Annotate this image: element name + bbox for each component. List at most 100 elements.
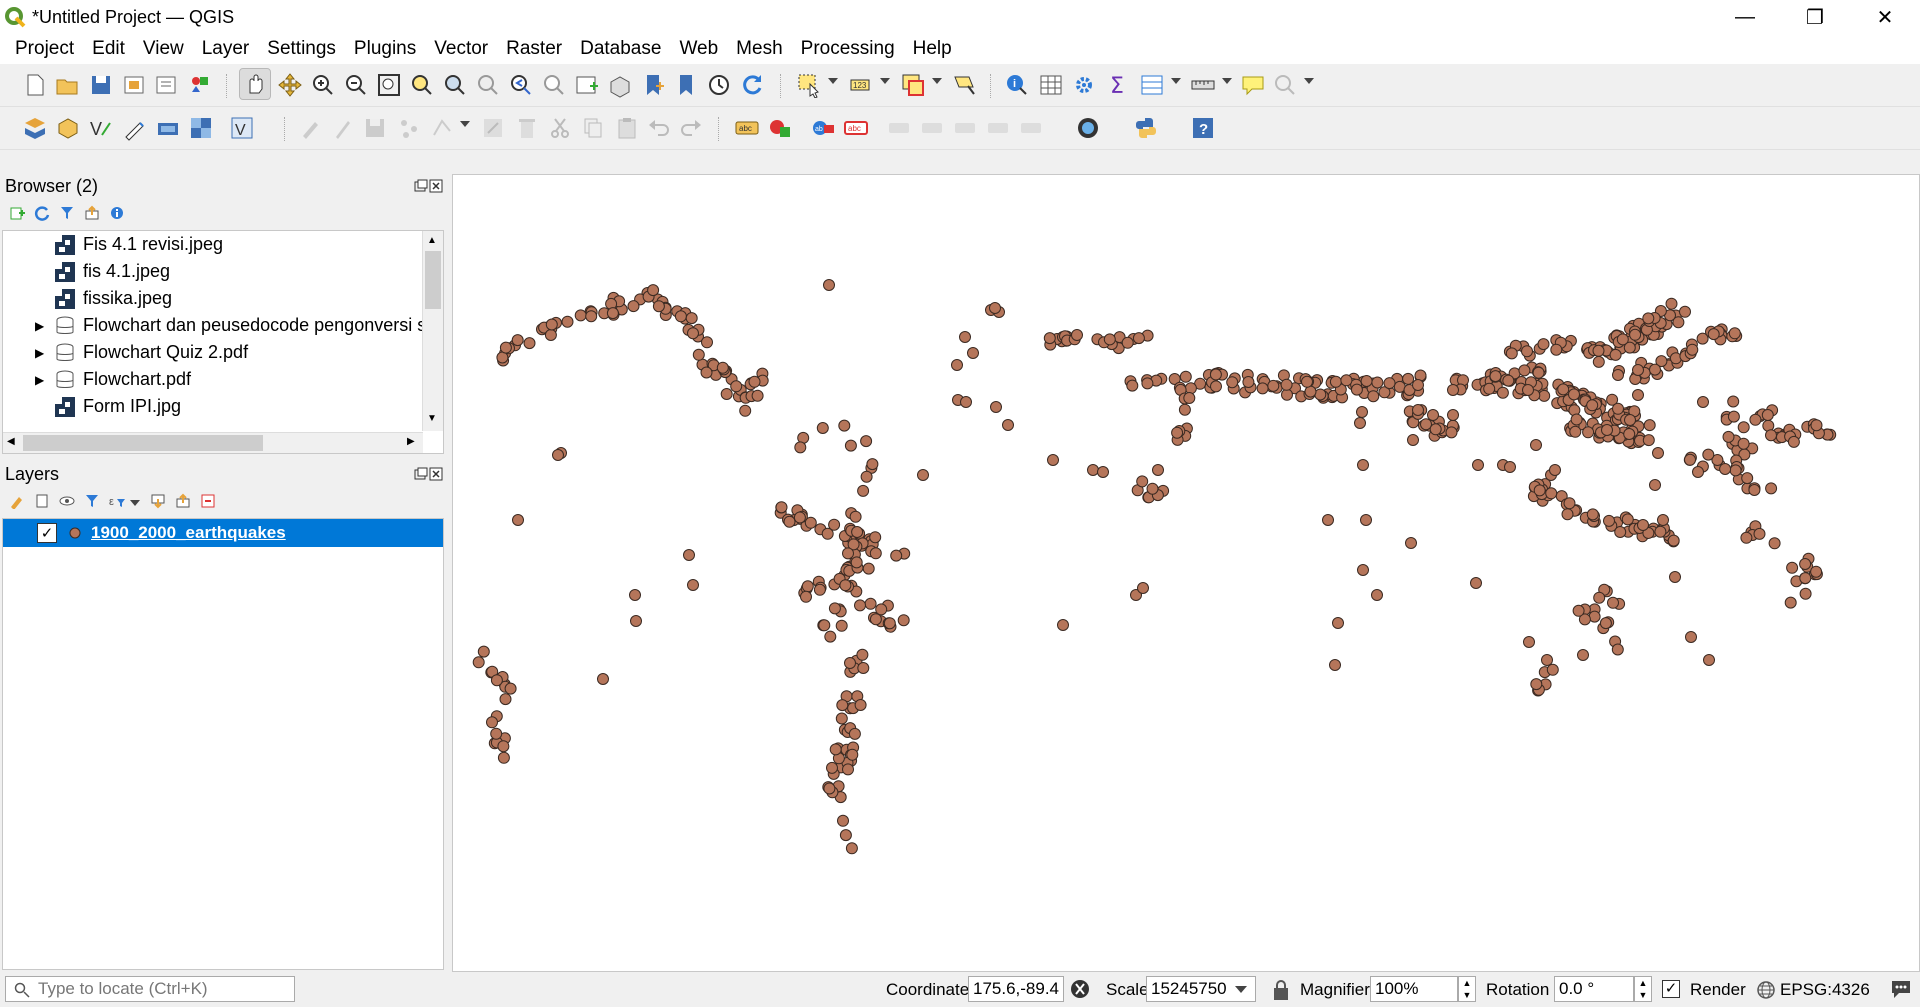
add-wms-layer-icon[interactable] [155,115,181,141]
float-panel-icon[interactable] [413,466,429,482]
menu-web[interactable]: Web [670,34,727,64]
processing-toolbox-icon[interactable] [1071,72,1097,98]
scroll-thumb[interactable] [23,435,263,451]
add-geopackage-icon[interactable] [55,115,81,141]
menu-vector[interactable]: Vector [425,34,497,64]
menu-project[interactable]: Project [6,34,83,64]
zoom-last-icon[interactable] [508,72,534,98]
delete-selected-icon[interactable] [514,115,540,141]
metasearch-icon[interactable] [1075,115,1101,141]
undo-icon[interactable] [646,115,672,141]
pan-map-icon[interactable] [239,68,271,100]
add-virtual-layer-icon[interactable]: V [229,115,255,141]
add-point-feature-icon[interactable] [396,115,422,141]
layer-visibility-checkbox[interactable]: ✓ [37,523,57,543]
browser-item[interactable]: Form IPI.jpg [3,393,181,420]
layout-manager-icon[interactable] [153,72,179,98]
rotate-label-icon[interactable] [952,115,978,141]
select-features-icon[interactable] [796,72,822,98]
scroll-down-icon[interactable]: ▼ [427,413,437,424]
current-edits-icon[interactable] [298,115,324,141]
map-canvas[interactable] [452,174,1920,972]
filter-expression-icon[interactable]: ε [109,493,125,509]
collapse-all-icon[interactable] [175,493,191,509]
modify-attributes-icon[interactable] [480,115,506,141]
scroll-right-icon[interactable]: ▶ [407,436,415,447]
expand-arrow-icon[interactable]: ▶ [35,319,49,333]
layer-labeling-options-icon[interactable]: abc [734,115,760,141]
float-panel-icon[interactable] [413,178,429,194]
magnifier-field[interactable]: 100% [1370,976,1458,1002]
toggle-editing-icon[interactable] [330,115,356,141]
temporal-controller-icon[interactable] [706,72,732,98]
filter-legend-icon[interactable] [84,493,100,509]
new-map-view-icon[interactable] [574,72,600,98]
coordinate-field[interactable]: 175.6,-89.4 [968,976,1064,1002]
label-properties-icon[interactable] [1018,115,1044,141]
zoom-full-icon[interactable] [376,72,402,98]
locator-settings-icon[interactable] [1272,72,1298,98]
new-project-icon[interactable] [22,72,48,98]
collapse-all-icon[interactable] [84,205,100,221]
deselect-dropdown[interactable] [932,78,942,84]
add-group-icon[interactable] [34,493,50,509]
minimize-button[interactable]: — [1710,0,1780,34]
identify-features-icon[interactable]: i [1004,72,1030,98]
attribute-table-dropdown-icon[interactable] [1139,72,1165,98]
add-raster-layer-icon[interactable] [188,115,214,141]
new-bookmark-icon[interactable] [640,72,666,98]
zoom-in-icon[interactable] [310,72,336,98]
manage-map-themes-icon[interactable] [59,493,75,509]
map-tips-icon[interactable] [1240,72,1266,98]
scroll-up-icon[interactable]: ▲ [427,235,437,246]
browser-item[interactable]: ▶ Flowchart.pdf [3,366,191,393]
browser-item[interactable]: fissika.jpeg [3,285,172,312]
menu-edit[interactable]: Edit [83,34,134,64]
filter-dropdown[interactable] [130,500,140,506]
save-layer-edits-icon[interactable] [362,115,388,141]
crs-globe-icon[interactable] [1756,980,1776,1000]
menu-raster[interactable]: Raster [497,34,571,64]
scale-dropdown[interactable] [1226,976,1256,1002]
add-delimited-text-icon[interactable] [121,115,147,141]
paste-features-icon[interactable] [614,115,640,141]
open-layer-styling-icon[interactable] [9,493,25,509]
browser-tree[interactable]: Fis 4.1 revisi.jpeg fis 4.1.jpeg fissika… [2,230,444,454]
menu-processing[interactable]: Processing [792,34,904,64]
rotation-spinner[interactable]: ▲ ▼ [1634,976,1652,1002]
browser-item[interactable]: fis 4.1.jpeg [3,258,170,285]
measure-line-icon[interactable] [1190,72,1216,98]
crs-label[interactable]: EPSG:4326 [1780,980,1870,1000]
close-panel-icon[interactable] [428,466,444,482]
refresh-browser-icon[interactable] [34,205,50,221]
browser-vertical-scrollbar[interactable]: ▲ ▼ [422,231,443,431]
close-panel-icon[interactable] [428,178,444,194]
new-print-layout-icon[interactable] [121,72,147,98]
messages-icon[interactable] [1890,979,1912,999]
open-project-icon[interactable] [54,72,80,98]
menu-settings[interactable]: Settings [258,34,345,64]
select-features-dropdown[interactable] [828,78,838,84]
vertex-tool-dropdown[interactable] [460,121,470,127]
close-button[interactable]: ✕ [1850,0,1920,34]
data-source-manager-icon[interactable] [22,115,48,141]
properties-info-icon[interactable] [109,205,125,221]
measure-dropdown[interactable] [1222,78,1232,84]
vertex-tool-icon[interactable] [430,115,456,141]
python-console-icon[interactable] [1133,115,1159,141]
change-label-icon[interactable] [985,115,1011,141]
expand-arrow-icon[interactable]: ▶ [35,373,49,387]
show-bookmarks-icon[interactable] [673,72,699,98]
new-3d-map-view-icon[interactable] [607,72,633,98]
help-contents-icon[interactable]: ? [1190,115,1216,141]
browser-item[interactable]: Fis 4.1 revisi.jpeg [3,231,223,258]
menu-plugins[interactable]: Plugins [345,34,425,64]
expand-arrow-icon[interactable]: ▶ [35,346,49,360]
scroll-left-icon[interactable]: ◀ [7,436,15,447]
browser-item[interactable]: ▶ Flowchart dan peusedocode pengonversi … [3,312,426,339]
save-project-icon[interactable] [88,72,114,98]
layers-tree[interactable]: ✓ 1900_2000_earthquakes [2,518,444,970]
style-manager-icon[interactable] [187,72,213,98]
select-by-value-icon[interactable]: 123 [848,72,874,98]
add-vector-layer-icon[interactable]: V [88,115,114,141]
